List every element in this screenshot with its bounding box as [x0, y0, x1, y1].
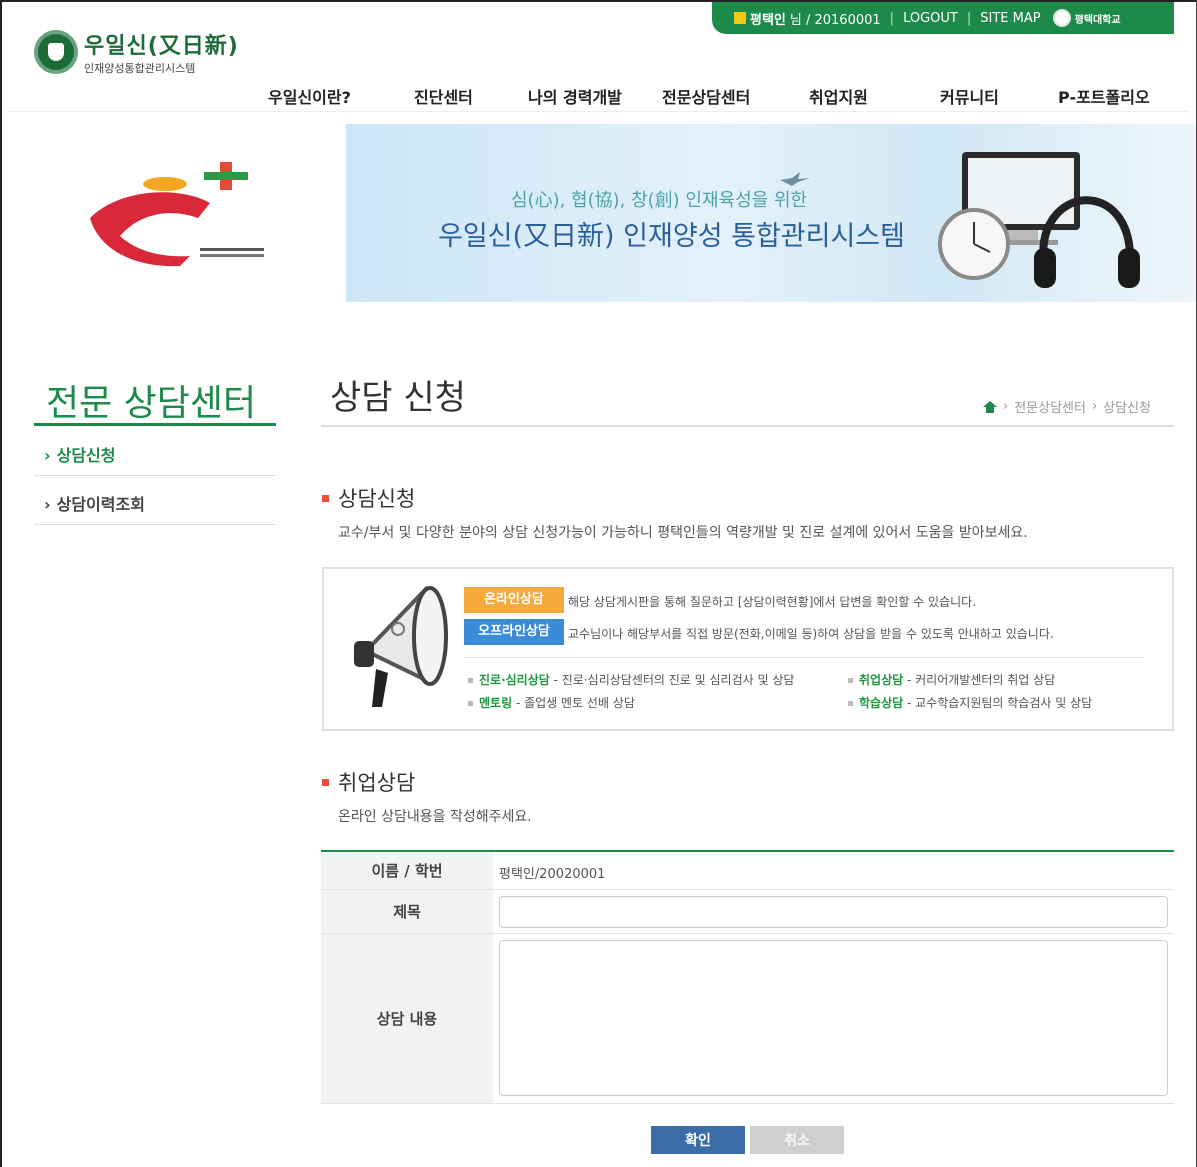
section-heading-apply: 상담신청: [322, 483, 415, 513]
bird-icon: [780, 172, 810, 186]
breadcrumb-separator: ›: [1002, 399, 1009, 414]
red-bullet-icon: [322, 778, 329, 786]
section-description: 온라인 상담내용을 작성해주세요.: [338, 809, 532, 825]
form-row-content: 상담 내용: [321, 934, 1174, 1104]
logo-seal-icon: [34, 30, 78, 74]
confirm-button[interactable]: 확인: [651, 1126, 745, 1154]
separator: |: [889, 10, 895, 26]
form-row-name: 이름 / 학번 평택인/20020001: [321, 852, 1174, 890]
nav-item-about[interactable]: 우일신이란?: [268, 84, 351, 108]
headset-device-icon: [938, 152, 1140, 288]
home-icon[interactable]: [982, 400, 997, 413]
category-employment: 취업상담 - 커리어개발센터의 취업 상담: [848, 671, 1055, 688]
sitemap-link[interactable]: SITE MAP: [980, 11, 1040, 26]
category-career-psych: 진로·심리상담 - 진로·심리상담센터의 진로 및 심리검사 및 상담: [468, 671, 794, 688]
user-icon: [734, 12, 746, 24]
page-title: 상담 신청: [330, 378, 466, 418]
category-study: 학습상담 - 교수학습지원팀의 학습검사 및 상담: [848, 694, 1092, 711]
chevron-right-icon: ›: [44, 446, 51, 465]
nav-divider: [8, 111, 1188, 112]
title-divider: [321, 425, 1174, 427]
breadcrumb-separator: ›: [1091, 399, 1098, 414]
category-mentoring: 멘토링 - 졸업생 멘토 선배 상담: [468, 694, 635, 711]
section-heading-employment: 취업상담: [322, 767, 415, 797]
square-bullet-icon: [468, 701, 473, 706]
info-divider: [464, 657, 1144, 658]
nav-item-career[interactable]: 나의 경력개발: [528, 84, 622, 108]
university-logo[interactable]: 평택대학교: [1052, 9, 1121, 27]
content-label: 상담 내용: [321, 934, 493, 1103]
online-counseling-desc: 해당 상담게시판을 통해 질문하고 [상담이력현황]에서 답변을 확인할 수 있…: [568, 595, 977, 609]
nav-item-diagnosis[interactable]: 진단센터: [414, 84, 473, 108]
offline-counseling-tag: 오프라인상담: [464, 619, 564, 645]
sidebar-title: 전문 상담센터: [46, 383, 257, 424]
chevron-right-icon: ›: [44, 495, 51, 514]
hero-banner: 심(心), 협(協), 창(創) 인재육성을 위한 우일신(又日新) 인재양성 …: [346, 124, 1196, 302]
square-bullet-icon: [468, 678, 473, 683]
sidebar-item-history[interactable]: › 상담이력조회: [34, 477, 276, 525]
logo-subtitle: 인재양성통합관리시스템: [84, 62, 196, 75]
brand-emblem-icon: [90, 162, 264, 267]
subject-input[interactable]: [499, 896, 1168, 928]
user-id: 님 / 20160001: [789, 12, 881, 28]
megaphone-icon: [354, 585, 448, 707]
nav-item-portfolio[interactable]: P-포트폴리오: [1058, 84, 1150, 108]
site-logo[interactable]: 우일신(又日新) 인재양성통합관리시스템: [34, 28, 239, 76]
banner-subtitle: 심(心), 협(協), 창(創) 인재육성을 위한: [511, 190, 808, 211]
cancel-button[interactable]: 취소: [750, 1126, 844, 1154]
section-title: 상담신청: [338, 487, 416, 511]
nav-item-counseling[interactable]: 전문상담센터: [662, 84, 750, 108]
main-nav: 우일신이란? 진단센터 나의 경력개발 전문상담센터 취업지원 커뮤니티 P-포…: [268, 84, 1168, 110]
sidebar-item-label: 상담이력조회: [56, 495, 145, 514]
breadcrumb-item[interactable]: 상담신청: [1103, 397, 1151, 416]
content-textarea[interactable]: [499, 940, 1168, 1096]
counseling-info-box: 온라인상담 해당 상담게시판을 통해 질문하고 [상담이력현황]에서 답변을 확…: [322, 567, 1174, 731]
square-bullet-icon: [848, 678, 853, 683]
name-label: 이름 / 학번: [321, 852, 493, 889]
subject-label: 제목: [321, 890, 493, 933]
nav-item-community[interactable]: 커뮤니티: [940, 84, 999, 108]
square-bullet-icon: [848, 701, 853, 706]
section-title: 취업상담: [338, 771, 416, 795]
banner-title: 우일신(又日新) 인재양성 통합관리시스템: [438, 221, 905, 252]
counseling-form: 이름 / 학번 평택인/20020001 제목 상담 내용: [321, 850, 1174, 1104]
form-row-subject: 제목: [321, 890, 1174, 934]
sidebar-title-underline: [34, 423, 276, 426]
breadcrumb-item[interactable]: 전문상담센터: [1014, 397, 1086, 416]
red-bullet-icon: [322, 494, 329, 502]
breadcrumb: › 전문상담센터 › 상담신청: [982, 397, 1151, 416]
logout-link[interactable]: LOGOUT: [903, 11, 958, 26]
section-description: 교수/부서 및 다양한 분야의 상담 신청가능이 가능하니 평택인들의 역량개발…: [338, 525, 1028, 541]
university-name: 평택대학교: [1074, 14, 1121, 26]
utility-bar: 평택인 님 / 20160001 | LOGOUT | SITE MAP 평택대…: [712, 2, 1174, 34]
university-seal-icon: [1052, 9, 1071, 27]
sidebar-item-label: 상담신청: [56, 446, 116, 465]
separator: |: [966, 10, 972, 26]
name-value: 평택인/20020001: [499, 867, 606, 882]
user-name: 평택인: [750, 12, 786, 28]
offline-counseling-desc: 교수님이나 해당부서를 직접 방문(전화,이메일 등)하여 상담을 받을 수 있…: [568, 627, 1054, 641]
nav-item-employment[interactable]: 취업지원: [809, 84, 868, 108]
logo-title: 우일신(又日新): [84, 34, 239, 59]
online-counseling-tag: 온라인상담: [464, 587, 564, 613]
sidebar-item-apply[interactable]: › 상담신청: [34, 428, 276, 476]
